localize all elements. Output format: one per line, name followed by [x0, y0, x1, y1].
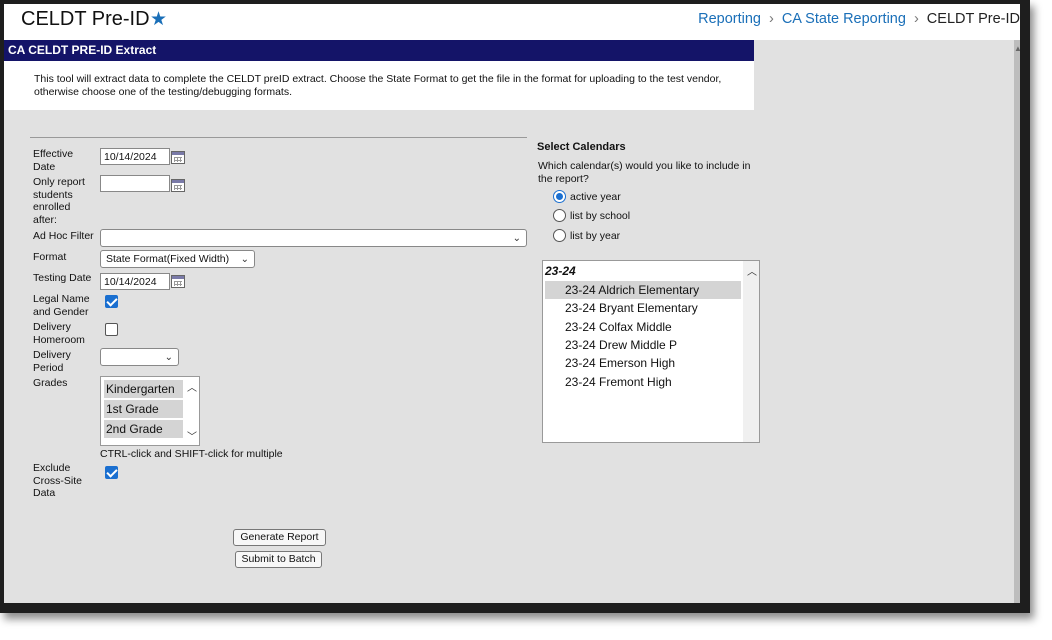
- page-scrollbar[interactable]: ▲: [1014, 40, 1020, 603]
- radio-active-year-label[interactable]: active year: [570, 191, 621, 203]
- generate-report-button[interactable]: Generate Report: [233, 529, 326, 546]
- enrolled-after-input[interactable]: [100, 175, 170, 192]
- tool-description: This tool will extract data to complete …: [4, 61, 754, 110]
- select-calendars-title: Select Calendars: [537, 141, 626, 153]
- breadcrumb-reporting[interactable]: Reporting: [698, 11, 761, 27]
- radio-active-year[interactable]: [553, 190, 566, 203]
- testing-date-label: Testing Date: [33, 272, 92, 284]
- legal-name-checkbox[interactable]: [105, 295, 118, 308]
- calendar-option[interactable]: 23-24 Fremont High: [545, 373, 741, 391]
- breadcrumb-current: CELDT Pre-ID: [926, 11, 1020, 27]
- delivery-period-label: Delivery Period: [33, 349, 71, 374]
- chevron-down-icon: ⌄: [240, 254, 249, 265]
- testing-date-input[interactable]: 10/14/2024: [100, 273, 170, 290]
- enrolled-after-label: Only report students enrolled after:: [33, 176, 85, 226]
- grades-scrollbar[interactable]: ︿ ﹀: [183, 377, 199, 445]
- submit-to-batch-button[interactable]: Submit to Batch: [235, 551, 322, 568]
- calendar-option[interactable]: 23-24 Aldrich Elementary: [545, 281, 741, 299]
- breadcrumb: Reporting › CA State Reporting › CELDT Pre-I…: [698, 11, 1020, 27]
- tool-title-bar: CA CELDT PRE-ID Extract: [4, 40, 754, 61]
- format-label: Format: [33, 251, 67, 263]
- calendar-scrollbar[interactable]: ︿: [743, 261, 759, 442]
- delivery-homeroom-label: Delivery Homeroom: [33, 321, 85, 346]
- radio-list-by-school-label[interactable]: list by school: [570, 210, 630, 222]
- calendar-group-label: 23-24: [545, 264, 576, 278]
- chevron-right-icon: ›: [768, 11, 774, 27]
- chevron-down-icon[interactable]: ﹀: [187, 428, 197, 443]
- exclude-cross-site-label: Exclude Cross-Site Data: [33, 462, 83, 499]
- radio-list-by-year-label[interactable]: list by year: [570, 230, 620, 242]
- page-header: CELDT Pre-ID ★ Reporting › CA State Report…: [4, 4, 1020, 40]
- star-icon[interactable]: ★: [150, 8, 167, 31]
- calendar-icon[interactable]: [171, 151, 185, 164]
- effective-date-label: Effective Date: [33, 148, 74, 173]
- scroll-up-icon[interactable]: ▲: [1014, 44, 1020, 53]
- calendar-icon[interactable]: [171, 275, 185, 288]
- format-value: State Format(Fixed Width): [106, 253, 230, 265]
- divider: [30, 137, 527, 138]
- chevron-down-icon: ⌄: [512, 233, 521, 244]
- calendar-icon[interactable]: [171, 179, 185, 192]
- chevron-right-icon: ›: [913, 11, 919, 27]
- effective-date-input[interactable]: 10/14/2024: [100, 148, 170, 165]
- delivery-period-select[interactable]: ⌄: [100, 348, 179, 366]
- chevron-down-icon: ⌄: [164, 352, 173, 363]
- radio-list-by-school[interactable]: [553, 209, 566, 222]
- calendar-option[interactable]: 23-24 Drew Middle P: [545, 336, 741, 354]
- breadcrumb-ca-state-reporting[interactable]: CA State Reporting: [782, 11, 906, 27]
- calendar-option[interactable]: 23-24 Colfax Middle: [545, 318, 741, 336]
- grades-hint: CTRL-click and SHIFT-click for multiple: [100, 448, 283, 460]
- ad-hoc-filter-select[interactable]: ⌄: [100, 229, 527, 247]
- select-calendars-question: Which calendar(s) would you like to incl…: [538, 160, 751, 185]
- ad-hoc-filter-label: Ad Hoc Filter: [33, 230, 94, 242]
- calendar-listbox[interactable]: 23-24 23-24 Aldrich Elementary 23-24 Bry…: [542, 260, 760, 443]
- legal-name-label: Legal Name and Gender: [33, 293, 90, 318]
- grades-label: Grades: [33, 377, 68, 389]
- calendar-option[interactable]: 23-24 Emerson High: [545, 354, 741, 372]
- app-window: CELDT Pre-ID ★ Reporting › CA State Report…: [0, 0, 1030, 613]
- page-title: CELDT Pre-ID: [21, 8, 150, 30]
- exclude-cross-site-checkbox[interactable]: [105, 466, 118, 479]
- chevron-up-icon[interactable]: ︿: [187, 379, 197, 394]
- format-select[interactable]: State Format(Fixed Width) ⌄: [100, 250, 255, 268]
- chevron-up-icon[interactable]: ︿: [747, 263, 757, 278]
- grades-listbox[interactable]: Kindergarten 1st Grade 2nd Grade ︿ ﹀: [100, 376, 200, 446]
- calendar-option[interactable]: 23-24 Bryant Elementary: [545, 299, 741, 317]
- delivery-homeroom-checkbox[interactable]: [105, 323, 118, 336]
- radio-list-by-year[interactable]: [553, 229, 566, 242]
